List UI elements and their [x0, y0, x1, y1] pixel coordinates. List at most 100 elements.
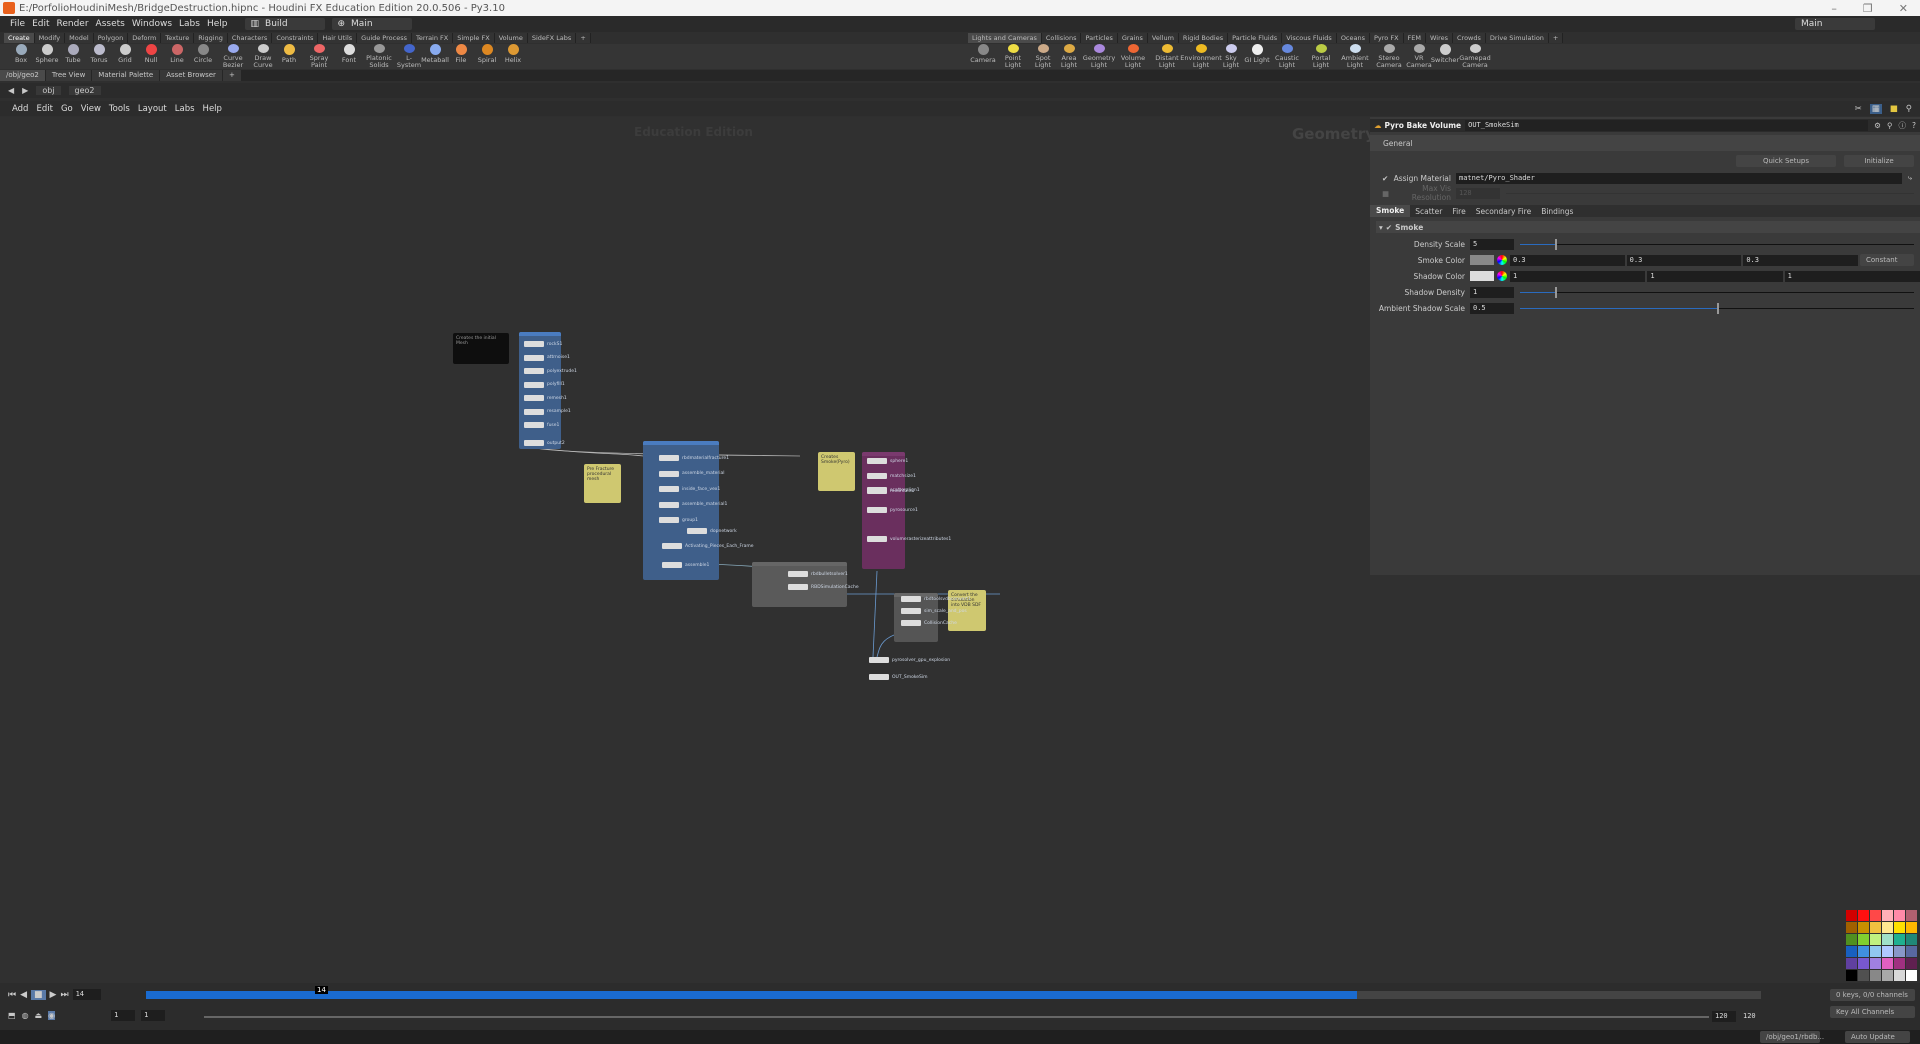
- shelf-tab-texture[interactable]: Texture: [161, 33, 195, 43]
- color-swatch[interactable]: [1858, 934, 1869, 945]
- shelf-tab-particles[interactable]: Particles: [1081, 33, 1118, 43]
- color-swatch[interactable]: [1858, 910, 1869, 921]
- tool-volume-light[interactable]: Volume Light: [1116, 44, 1150, 69]
- menu-windows[interactable]: Windows: [132, 19, 172, 29]
- subtab-secondary-fire[interactable]: Secondary Fire: [1471, 207, 1537, 216]
- color-swatch[interactable]: [1906, 958, 1917, 969]
- maximize-button[interactable]: ❐: [1863, 2, 1873, 15]
- keys-channels-dropdown[interactable]: 0 keys, 0/0 channels: [1830, 989, 1915, 1001]
- operator-chooser-icon[interactable]: ⤷: [1908, 173, 1912, 183]
- end-frame-field-2[interactable]: 120: [1740, 1011, 1764, 1022]
- key-all-channels-dropdown[interactable]: Key All Channels: [1830, 1006, 1915, 1018]
- node-dopnetwork[interactable]: dopnetwork: [687, 528, 737, 534]
- menu-edit[interactable]: Edit: [32, 19, 49, 29]
- color-wheel-icon[interactable]: [1497, 271, 1507, 281]
- shelf-tab-particle-fluids[interactable]: Particle Fluids: [1228, 33, 1283, 43]
- shelf-tab-modify[interactable]: Modify: [34, 33, 66, 43]
- add-tab-button[interactable]: +: [222, 70, 241, 81]
- shelf-tab-model[interactable]: Model: [65, 33, 94, 43]
- shelf-tab-constraints[interactable]: Constraints: [272, 33, 319, 43]
- tool-camera[interactable]: Camera: [970, 44, 996, 69]
- menu-assets[interactable]: Assets: [96, 19, 125, 29]
- tool-l-system[interactable]: L-System: [396, 44, 422, 69]
- tool-spray-paint[interactable]: Spray Paint: [302, 44, 336, 69]
- net-menu-layout[interactable]: Layout: [138, 104, 167, 114]
- color-swatch[interactable]: [1870, 934, 1881, 945]
- node-fuse1[interactable]: fuse1: [524, 422, 559, 428]
- node-volumerasterizeattributes1[interactable]: volumerasterizeattributes1: [867, 536, 951, 542]
- start-frame-field[interactable]: 1: [111, 1010, 136, 1021]
- grid-view-icon[interactable]: ▦: [1869, 103, 1882, 114]
- node-group1[interactable]: group1: [659, 517, 698, 523]
- shelf-tab-polygon[interactable]: Polygon: [93, 33, 129, 43]
- realtime-icon[interactable]: ◉: [48, 1011, 56, 1020]
- shadow-color-r[interactable]: 1: [1510, 270, 1646, 282]
- update-path[interactable]: /obj/geo1/rbdb...: [1760, 1031, 1824, 1043]
- tab-asset-browser[interactable]: Asset Browser: [160, 70, 222, 81]
- tool-grid[interactable]: Grid: [112, 44, 138, 69]
- color-swatch[interactable]: [1870, 970, 1881, 981]
- tool-helix[interactable]: Helix: [500, 44, 526, 69]
- smoke-color-b[interactable]: 0.3: [1743, 254, 1859, 266]
- wrench-icon[interactable]: ✂: [1855, 104, 1862, 114]
- shelf-tab-oceans[interactable]: Oceans: [1336, 33, 1370, 43]
- color-swatch[interactable]: [1870, 958, 1881, 969]
- color-swatch[interactable]: [1882, 910, 1893, 921]
- net-menu-go[interactable]: Go: [61, 104, 73, 114]
- shadow-density-slider[interactable]: [1520, 286, 1914, 298]
- shelf-tab-rigid-bodies[interactable]: Rigid Bodies: [1178, 33, 1229, 43]
- color-swatch[interactable]: [1882, 922, 1893, 933]
- color-swatch[interactable]: [1858, 958, 1869, 969]
- node-resample1[interactable]: resample1: [524, 408, 571, 415]
- color-swatch[interactable]: [1846, 934, 1857, 945]
- color-swatch[interactable]: [1894, 970, 1905, 981]
- node-rbdbulletsolver1[interactable]: rbdbulletsolver1: [788, 571, 848, 577]
- tool-path[interactable]: Path: [276, 44, 302, 69]
- shelf-tab-vellum[interactable]: Vellum: [1147, 33, 1179, 43]
- color-swatch[interactable]: [1906, 934, 1917, 945]
- color-palette[interactable]: [1846, 910, 1920, 982]
- current-frame-field[interactable]: 14: [72, 989, 101, 1000]
- tool-sphere[interactable]: Sphere: [34, 44, 60, 69]
- note-pre-fracture[interactable]: Pre Fracture procedural mesh: [584, 464, 621, 503]
- tool-null[interactable]: Null: [138, 44, 164, 69]
- shelf-tab-wires[interactable]: Wires: [1426, 33, 1454, 43]
- shelf-tab-deform[interactable]: Deform: [128, 33, 162, 43]
- smoke-color-r[interactable]: 0.3: [1510, 254, 1625, 266]
- subtab-fire[interactable]: Fire: [1447, 207, 1470, 216]
- shelf-tab-pyro-fx[interactable]: Pyro FX: [1370, 33, 1404, 43]
- step-back-button[interactable]: ◀: [20, 990, 27, 1000]
- ambient-shadow-slider[interactable]: [1520, 302, 1914, 314]
- network-box-mesh[interactable]: [519, 332, 561, 449]
- close-button[interactable]: ✕: [1899, 2, 1908, 15]
- shelf-tab-simple-fx[interactable]: Simple FX: [453, 33, 495, 43]
- tool-draw-curve[interactable]: Draw Curve: [250, 44, 276, 69]
- shadow-color-swatch[interactable]: [1470, 271, 1494, 281]
- color-swatch[interactable]: [1894, 922, 1905, 933]
- color-swatch[interactable]: [1846, 946, 1857, 957]
- timeline-bar[interactable]: [146, 991, 1761, 999]
- frame-marker[interactable]: 14: [315, 986, 328, 994]
- color-swatch[interactable]: [1906, 922, 1917, 933]
- color-swatch[interactable]: [1858, 922, 1869, 933]
- shelf-tab-characters[interactable]: Characters: [227, 33, 273, 43]
- node-pyrosolver-gpu-explosion[interactable]: pyrosolver_gpu_explosion: [869, 657, 950, 663]
- node-scatteralign1[interactable]: scatteralign1: [867, 487, 920, 493]
- color-swatch[interactable]: [1894, 910, 1905, 921]
- play-button[interactable]: ▶: [50, 990, 57, 1000]
- subtab-bindings[interactable]: Bindings: [1536, 207, 1578, 216]
- initialize-dropdown[interactable]: Initialize: [1844, 155, 1914, 167]
- tool-curve-bezier[interactable]: Curve Bezier: [216, 44, 250, 69]
- color-swatch[interactable]: [1870, 946, 1881, 957]
- shelf-tab-terrain-fx[interactable]: Terrain FX: [411, 33, 454, 43]
- minimize-button[interactable]: –: [1831, 2, 1837, 15]
- node-name-field[interactable]: OUT_SmokeSim: [1465, 120, 1869, 131]
- smoke-color-swatch[interactable]: [1470, 255, 1494, 265]
- color-swatch[interactable]: [1858, 970, 1869, 981]
- tab-obj-geo2[interactable]: /obj/geo2: [0, 70, 45, 81]
- tool-file[interactable]: File: [448, 44, 474, 69]
- tool-stereo-camera[interactable]: Stereo Camera: [1372, 44, 1406, 69]
- shelf-tab-[interactable]: +: [576, 33, 591, 43]
- net-menu-view[interactable]: View: [81, 104, 101, 114]
- tool-caustic-light[interactable]: Caustic Light: [1270, 44, 1304, 69]
